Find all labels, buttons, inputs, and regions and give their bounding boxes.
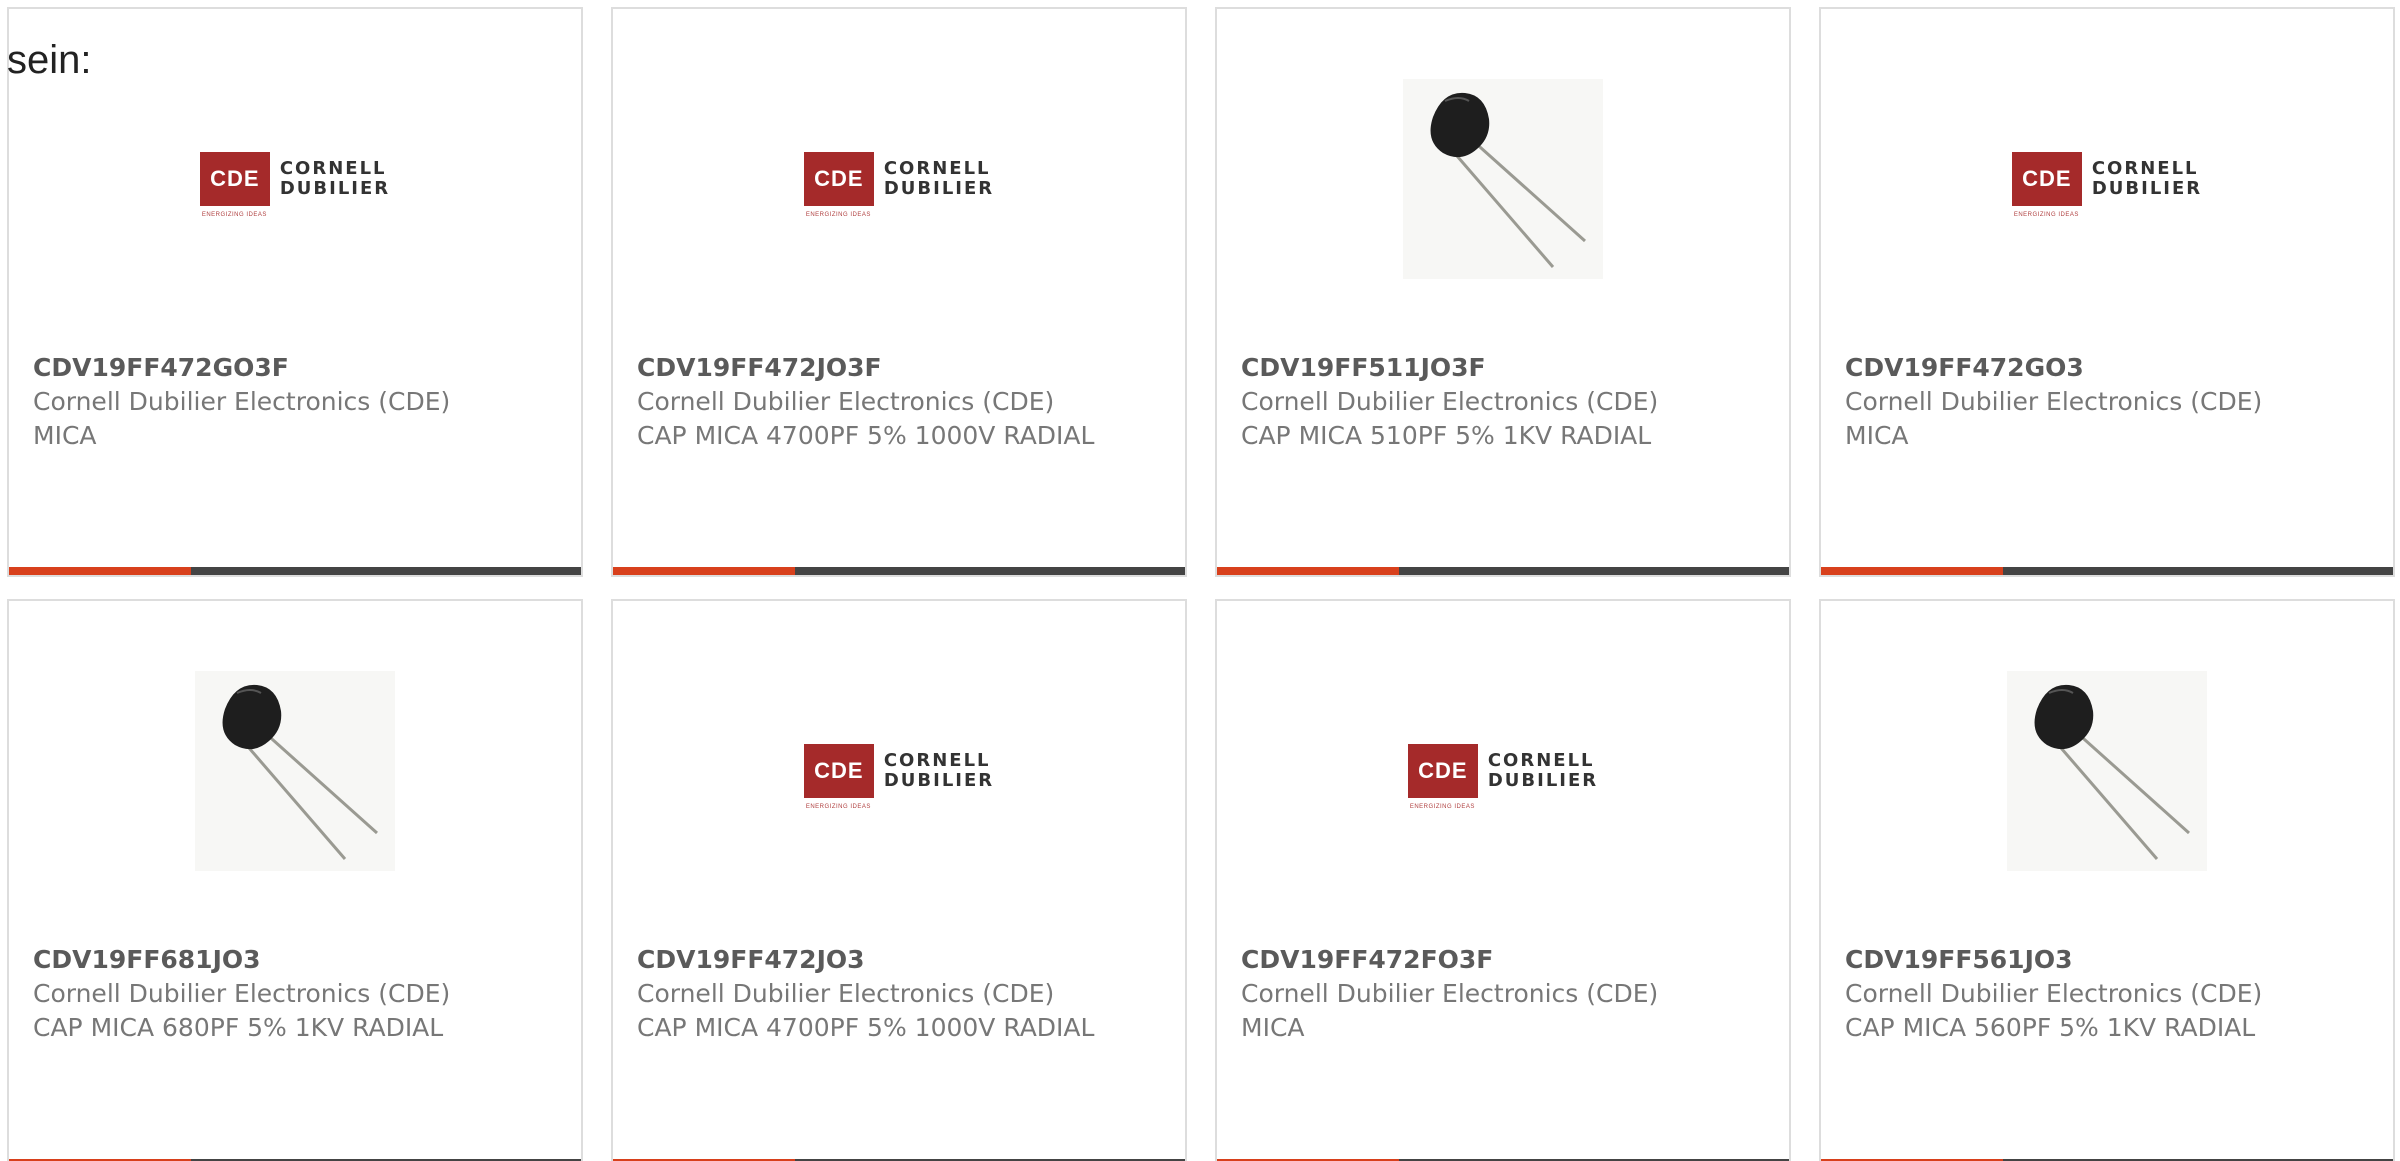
cde-logo-line2: DUBILIER	[2091, 178, 2203, 199]
capacitor-photo	[1403, 79, 1603, 279]
cde-logo-words: CORNELL DUBILIER	[280, 159, 390, 199]
product-card[interactable]: CDV19FF511JO3F Cornell Dubilier Electroni…	[1215, 7, 1791, 577]
cde-logo-tagline: ENERGIZING IDEAS	[805, 804, 871, 810]
intro-text: sein:	[7, 38, 92, 82]
cde-logo-letters: CDE	[1418, 758, 1468, 783]
product-card[interactable]: CDE ENERGIZING IDEAS CORNELL DUBILIER CD…	[611, 7, 1187, 577]
cde-logo: CDE ENERGIZING IDEAS CORNELL DUBILIER	[803, 744, 994, 810]
cde-logo-line1: CORNELL	[279, 158, 387, 179]
cde-logo-line2: DUBILIER	[1487, 770, 1599, 791]
product-info: CDV19FF472JO3 Cornell Dubilier Electronic…	[637, 943, 1161, 1045]
cde-logo-tagline: ENERGIZING IDEAS	[201, 212, 267, 218]
product-image[interactable]: CDE ENERGIZING IDEAS CORNELL DUBILIER	[613, 661, 1185, 881]
cde-logo-tagline: ENERGIZING IDEAS	[805, 212, 871, 218]
cde-logo-tagline: ENERGIZING IDEAS	[2013, 212, 2079, 218]
product-info: CDV19FF472JO3F Cornell Dubilier Electroni…	[637, 351, 1161, 453]
cde-logo: CDE ENERGIZING IDEAS CORNELL DUBILIER	[803, 152, 994, 218]
cde-logo-mark: CDE ENERGIZING IDEAS	[1407, 744, 1478, 810]
product-image[interactable]	[9, 661, 581, 881]
product-info: CDV19FF681JO3 Cornell Dubilier Electronic…	[33, 943, 557, 1045]
cde-logo-letters: CDE	[814, 758, 864, 783]
product-manufacturer: Cornell Dubilier Electronics (CDE)	[1845, 387, 2263, 416]
card-bottom-bar	[613, 567, 1185, 575]
product-description: MICA	[33, 421, 97, 450]
card-bottom-bar-accent	[9, 567, 191, 575]
cde-logo-tagline: ENERGIZING IDEAS	[1409, 804, 1475, 810]
product-card[interactable]: CDE ENERGIZING IDEAS CORNELL DUBILIER CD…	[611, 599, 1187, 1161]
product-manufacturer: Cornell Dubilier Electronics (CDE)	[637, 387, 1055, 416]
product-image[interactable]: CDE ENERGIZING IDEAS CORNELL DUBILIER	[613, 69, 1185, 289]
product-info: CDV19FF472GO3 Cornell Dubilier Electronic…	[1845, 351, 2369, 453]
cde-logo-line1: CORNELL	[883, 158, 991, 179]
cde-logo: CDE ENERGIZING IDEAS CORNELL DUBILIER	[199, 152, 390, 218]
card-bottom-bar	[1821, 567, 2393, 575]
product-part-number[interactable]: CDV19FF472FO3F	[1241, 943, 1765, 977]
cde-logo-line1: CORNELL	[1487, 750, 1595, 771]
page: sein: CDE ENERGIZING IDEAS CORNELL DUBIL…	[0, 0, 2400, 1161]
product-card[interactable]: CDE ENERGIZING IDEAS CORNELL DUBILIER CD…	[1215, 599, 1791, 1161]
product-image[interactable]: CDE ENERGIZING IDEAS CORNELL DUBILIER	[1821, 69, 2393, 289]
product-info: CDV19FF472GO3F Cornell Dubilier Electroni…	[33, 351, 557, 453]
cde-logo-mark: CDE ENERGIZING IDEAS	[803, 744, 874, 810]
card-bottom-bar-accent	[613, 567, 795, 575]
cde-logo: CDE ENERGIZING IDEAS CORNELL DUBILIER	[2011, 152, 2202, 218]
card-bottom-bar-accent	[1821, 567, 2003, 575]
product-manufacturer: Cornell Dubilier Electronics (CDE)	[1241, 979, 1659, 1008]
cde-logo-words: CORNELL DUBILIER	[1488, 751, 1598, 791]
product-manufacturer: Cornell Dubilier Electronics (CDE)	[1845, 979, 2263, 1008]
product-description: CAP MICA 4700PF 5% 1000V RADIAL	[637, 1013, 1095, 1042]
product-description: CAP MICA 510PF 5% 1KV RADIAL	[1241, 421, 1652, 450]
product-part-number[interactable]: CDV19FF681JO3	[33, 943, 557, 977]
product-part-number[interactable]: CDV19FF472JO3	[637, 943, 1161, 977]
product-manufacturer: Cornell Dubilier Electronics (CDE)	[33, 979, 451, 1008]
product-image[interactable]	[1821, 661, 2393, 881]
product-card[interactable]: CDV19FF561JO3 Cornell Dubilier Electronic…	[1819, 599, 2395, 1161]
product-card[interactable]: CDE ENERGIZING IDEAS CORNELL DUBILIER CD…	[1819, 7, 2395, 577]
capacitor-photo	[195, 671, 395, 871]
product-part-number[interactable]: CDV19FF561JO3	[1845, 943, 2369, 977]
cde-logo-letters: CDE	[2022, 166, 2072, 191]
cde-logo-line2: DUBILIER	[883, 178, 995, 199]
product-part-number[interactable]: CDV19FF472JO3F	[637, 351, 1161, 385]
cde-logo-mark: CDE ENERGIZING IDEAS	[2011, 152, 2082, 218]
product-description: CAP MICA 680PF 5% 1KV RADIAL	[33, 1013, 444, 1042]
cde-logo-line1: CORNELL	[883, 750, 991, 771]
product-image[interactable]: CDE ENERGIZING IDEAS CORNELL DUBILIER	[9, 69, 581, 289]
product-manufacturer: Cornell Dubilier Electronics (CDE)	[33, 387, 451, 416]
product-description: MICA	[1845, 421, 1909, 450]
card-bottom-bar-accent	[1217, 567, 1399, 575]
cde-logo-line1: CORNELL	[2091, 158, 2199, 179]
cde-logo-words: CORNELL DUBILIER	[884, 159, 994, 199]
product-image[interactable]	[1217, 69, 1789, 289]
cde-logo-line2: DUBILIER	[883, 770, 995, 791]
product-part-number[interactable]: CDV19FF511JO3F	[1241, 351, 1765, 385]
cde-logo-line2: DUBILIER	[279, 178, 391, 199]
product-manufacturer: Cornell Dubilier Electronics (CDE)	[1241, 387, 1659, 416]
product-part-number[interactable]: CDV19FF472GO3	[1845, 351, 2369, 385]
product-description: CAP MICA 4700PF 5% 1000V RADIAL	[637, 421, 1095, 450]
cde-logo-letters: CDE	[210, 166, 260, 191]
product-card[interactable]: CDE ENERGIZING IDEAS CORNELL DUBILIER CD…	[7, 7, 583, 577]
product-image[interactable]: CDE ENERGIZING IDEAS CORNELL DUBILIER	[1217, 661, 1789, 881]
product-card[interactable]: CDV19FF681JO3 Cornell Dubilier Electronic…	[7, 599, 583, 1161]
card-bottom-bar	[1217, 567, 1789, 575]
cde-logo: CDE ENERGIZING IDEAS CORNELL DUBILIER	[1407, 744, 1598, 810]
product-info: CDV19FF472FO3F Cornell Dubilier Electroni…	[1241, 943, 1765, 1045]
card-bottom-bar	[9, 567, 581, 575]
product-part-number[interactable]: CDV19FF472GO3F	[33, 351, 557, 385]
cde-logo-words: CORNELL DUBILIER	[884, 751, 994, 791]
cde-logo-mark: CDE ENERGIZING IDEAS	[803, 152, 874, 218]
cde-logo-letters: CDE	[814, 166, 864, 191]
product-description: CAP MICA 560PF 5% 1KV RADIAL	[1845, 1013, 2256, 1042]
cde-logo-words: CORNELL DUBILIER	[2092, 159, 2202, 199]
product-description: MICA	[1241, 1013, 1305, 1042]
cde-logo-mark: CDE ENERGIZING IDEAS	[199, 152, 270, 218]
capacitor-photo	[2007, 671, 2207, 871]
product-info: CDV19FF511JO3F Cornell Dubilier Electroni…	[1241, 351, 1765, 453]
product-info: CDV19FF561JO3 Cornell Dubilier Electronic…	[1845, 943, 2369, 1045]
product-manufacturer: Cornell Dubilier Electronics (CDE)	[637, 979, 1055, 1008]
